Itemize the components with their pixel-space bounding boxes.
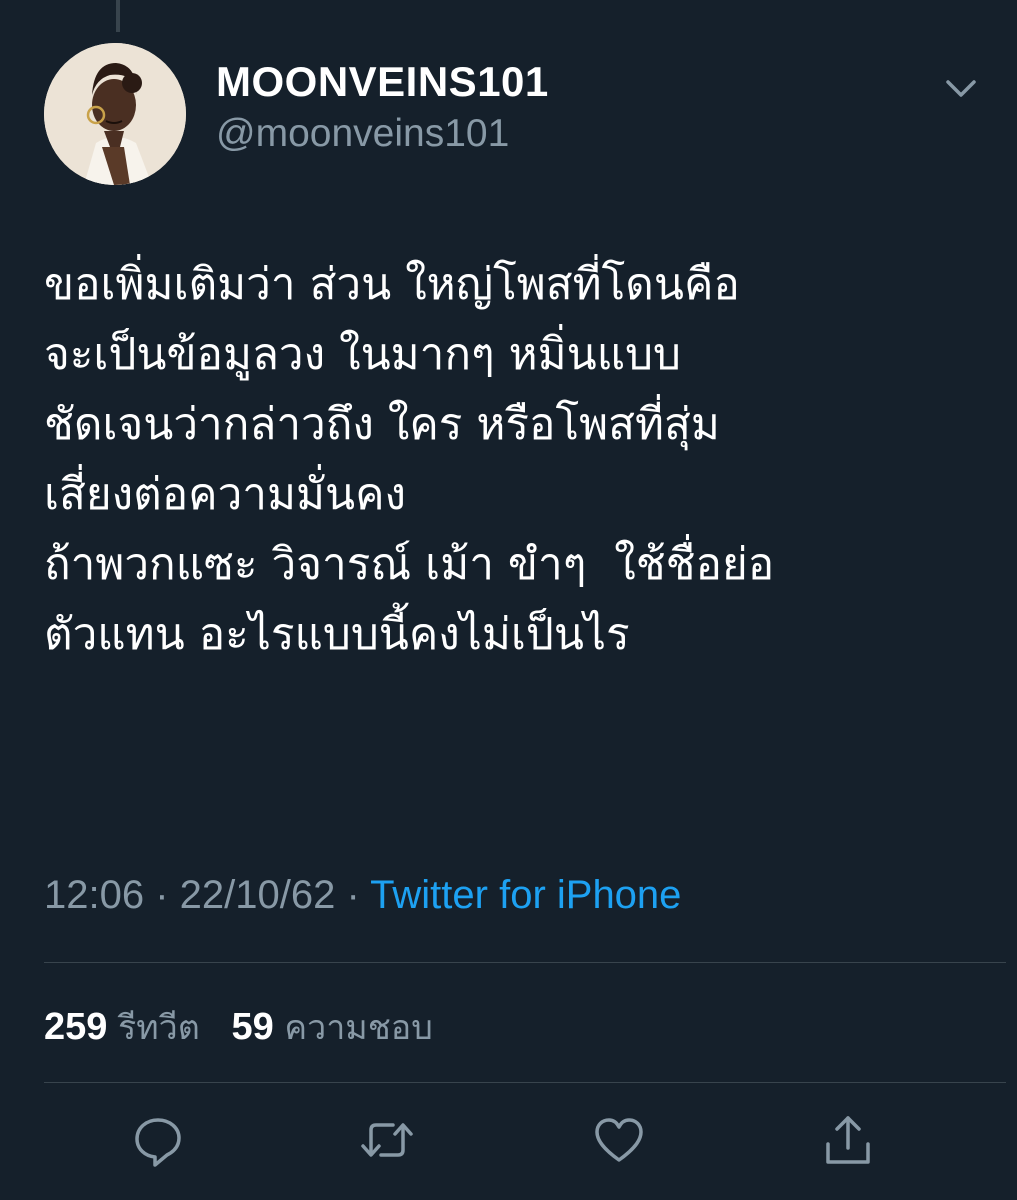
divider — [44, 962, 1006, 963]
retweets-count: 259 — [44, 1006, 108, 1048]
tweet-source-link[interactable]: Twitter for iPhone — [370, 873, 681, 917]
retweet-icon[interactable] — [357, 1110, 417, 1170]
tweet-text: ขอเพิ่มเติมว่า ส่วน ใหญ่โพสที่โดนคือ จะเ… — [44, 259, 775, 660]
share-icon[interactable] — [818, 1110, 878, 1170]
engagement-stats: 259 รีทวีต 59 ความชอบ — [44, 1000, 433, 1054]
display-name[interactable]: MOONVEINS101 — [216, 58, 549, 106]
heart-icon[interactable] — [589, 1110, 649, 1170]
tweet-timestamp: 12:06 · 22/10/62 · — [44, 873, 371, 917]
chevron-down-icon[interactable] — [938, 68, 984, 108]
likes-count: 59 — [231, 1006, 274, 1048]
retweets-label: รีทวีต — [117, 1008, 200, 1048]
likes-label: ความชอบ — [284, 1008, 433, 1048]
tweet-metadata: 12:06 · 22/10/62 · Twitter for iPhone — [44, 873, 681, 918]
retweets-stat[interactable]: 259 รีทวีต — [44, 1006, 200, 1048]
likes-stat[interactable]: 59 ความชอบ — [232, 1006, 433, 1048]
reply-icon[interactable] — [128, 1110, 188, 1170]
avatar[interactable] — [44, 43, 186, 185]
action-bar — [0, 1110, 1017, 1174]
avatar-illustration — [44, 43, 186, 185]
user-handle[interactable]: @moonveins101 — [216, 112, 509, 156]
divider — [44, 1082, 1006, 1083]
thread-connector-line — [116, 0, 120, 32]
